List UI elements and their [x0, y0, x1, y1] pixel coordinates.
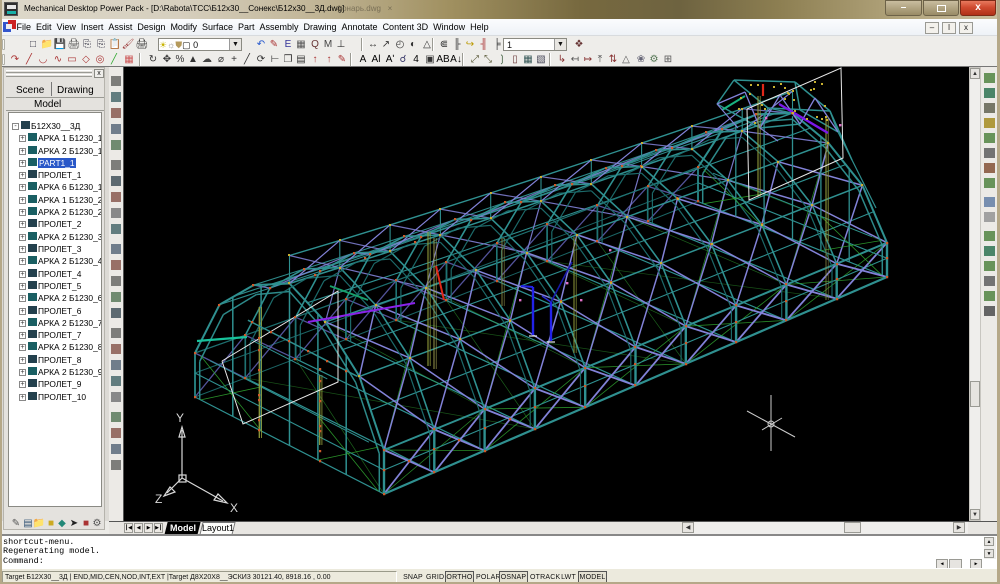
- svg-text:Y: Y: [176, 411, 184, 425]
- svg-text:Z: Z: [155, 492, 162, 506]
- svg-text:X: X: [230, 501, 238, 515]
